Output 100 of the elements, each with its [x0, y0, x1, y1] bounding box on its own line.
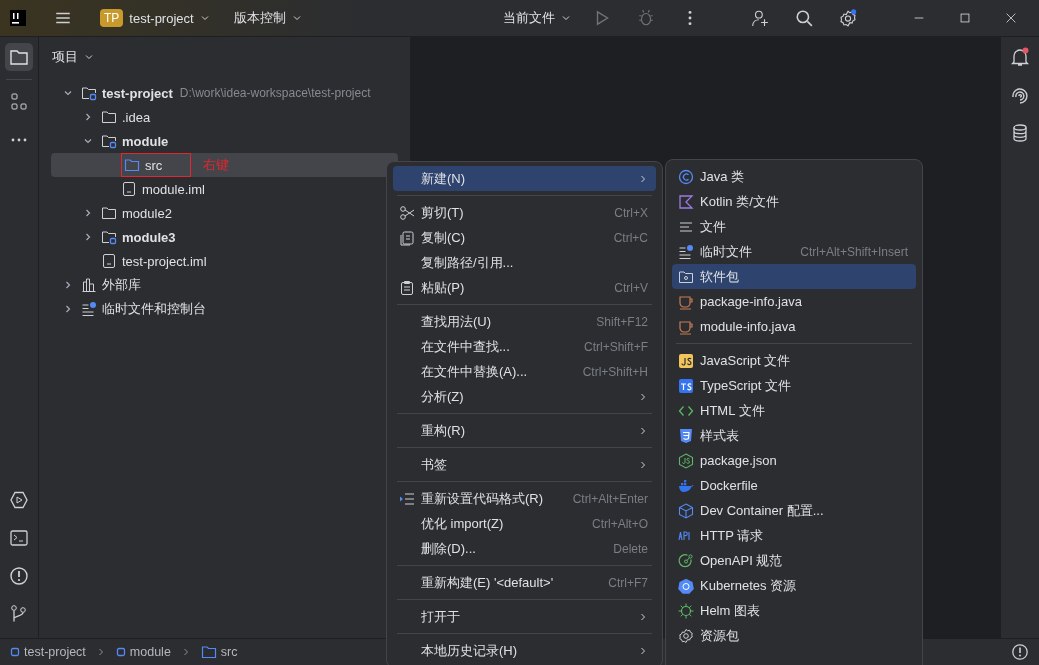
menu-item[interactable]: 重新构建(E) '<default>' Ctrl+F7: [393, 570, 656, 595]
panel-title[interactable]: 项目: [52, 48, 78, 66]
menu-item[interactable]: OpenAPI 规范: [672, 548, 916, 573]
tree-item[interactable]: src 右键: [51, 153, 398, 177]
chevron-right-icon[interactable]: [83, 208, 93, 218]
shortcut-label: Ctrl+Alt+Enter: [572, 491, 648, 506]
menu-item[interactable]: Kotlin 类/文件: [672, 189, 916, 214]
breadcrumb[interactable]: src: [200, 644, 238, 660]
menu-item-label: 临时文件: [700, 242, 753, 261]
menu-item[interactable]: 重构(R): [393, 418, 656, 443]
chevron-down-icon[interactable]: [63, 88, 73, 98]
tree-item[interactable]: .idea: [51, 105, 398, 129]
menu-item[interactable]: HTTP 请求: [672, 523, 916, 548]
menu-item-label: OpenAPI 规范: [700, 551, 784, 570]
menu-item[interactable]: 在文件中替换(A)... Ctrl+Shift+H: [393, 359, 656, 384]
module-folder-icon: [101, 229, 117, 245]
menu-item[interactable]: 重新设置代码格式(R) Ctrl+Alt+Enter: [393, 486, 656, 511]
menu-item-label: 书签: [421, 455, 448, 474]
notifications-bell-icon[interactable]: [1010, 47, 1030, 67]
menu-item[interactable]: HTML 文件: [672, 398, 916, 423]
menu-item[interactable]: module-info.java: [672, 314, 916, 339]
module-square-icon: [115, 647, 126, 657]
folder-icon: [124, 157, 140, 173]
menu-item-label: 重新设置代码格式(R): [421, 489, 545, 508]
settings-icon[interactable]: [839, 9, 857, 27]
problems-icon[interactable]: [1011, 643, 1029, 661]
ai-swirl-icon[interactable]: [1010, 85, 1030, 105]
menu-item[interactable]: 删除(D)... Delete: [393, 536, 656, 561]
menu-item-label: Dev Container 配置...: [700, 501, 825, 520]
menu-item[interactable]: 分析(Z): [393, 384, 656, 409]
menu-item[interactable]: 打开于: [393, 604, 656, 629]
cube-icon: [678, 502, 694, 519]
run-config-switcher[interactable]: 当前文件: [497, 5, 577, 31]
chevron-down-icon[interactable]: [84, 52, 94, 62]
close-icon[interactable]: [1004, 11, 1018, 25]
tree-item-label: module.iml: [142, 181, 205, 197]
shortcut-label: Ctrl+Shift+H: [582, 364, 648, 379]
menu-item[interactable]: 书签: [393, 452, 656, 477]
menu-item[interactable]: Java 类: [672, 164, 916, 189]
structure-icon[interactable]: [9, 92, 29, 112]
add-user-icon[interactable]: [751, 9, 769, 27]
openapi-circle-icon: [678, 552, 694, 569]
menu-item-label: module-info.java: [700, 319, 797, 334]
menu-item-label: TypeScript 文件: [700, 376, 793, 395]
module-folder-icon: [101, 133, 117, 149]
breadcrumb[interactable]: module: [115, 645, 171, 659]
menu-item[interactable]: 本地历史记录(H): [393, 638, 656, 663]
shortcut-label: Shift+F12: [596, 314, 648, 329]
menu-item[interactable]: 资源包: [672, 623, 916, 648]
stylesheet-file-icon: [678, 427, 694, 444]
menu-item[interactable]: TypeScript 文件: [672, 373, 916, 398]
hexagon-file-icon: [678, 452, 694, 469]
services-icon[interactable]: [9, 490, 29, 510]
project-switcher[interactable]: TP test-project: [94, 5, 216, 31]
menu-item[interactable]: 在文件中查找... Ctrl+Shift+F: [393, 334, 656, 359]
folder-icon: [101, 205, 117, 221]
menu-item[interactable]: package.json: [672, 448, 916, 473]
vcs-switcher[interactable]: 版本控制: [227, 5, 308, 31]
terminal-icon[interactable]: [9, 528, 29, 548]
chevron-right-icon[interactable]: [63, 304, 73, 314]
search-icon[interactable]: [795, 9, 813, 27]
tree-item[interactable]: module: [51, 129, 398, 153]
menu-item-label: 粘贴(P): [421, 278, 466, 297]
menu-item[interactable]: package-info.java: [672, 289, 916, 314]
scratch-file-icon: [81, 301, 97, 317]
database-icon[interactable]: [1010, 123, 1030, 143]
menu-item[interactable]: Kubernetes 资源: [672, 573, 916, 598]
menu-item[interactable]: Dev Container 配置...: [672, 498, 916, 523]
tree-item-label: test-project.iml: [122, 253, 207, 269]
menu-item[interactable]: 样式表: [672, 423, 916, 448]
chevron-down-icon: [199, 13, 210, 23]
menu-item-label: JavaScript 文件: [700, 351, 792, 370]
annotation-label: 右键: [203, 156, 230, 174]
menu-item[interactable]: Dockerfile: [672, 473, 916, 498]
menu-item-label: 复制(C): [421, 228, 467, 247]
menu-item[interactable]: 临时文件 Ctrl+Alt+Shift+Insert: [672, 239, 916, 264]
maximize-icon[interactable]: [958, 11, 972, 25]
menu-item[interactable]: 软件包: [672, 264, 916, 289]
breadcrumb[interactable]: test-project: [10, 645, 86, 659]
menu-item[interactable]: JavaScript 文件: [672, 348, 916, 373]
menu-item[interactable]: 文件: [672, 214, 916, 239]
chevron-down-icon[interactable]: [83, 136, 93, 146]
tree-item[interactable]: test-project D:\work\idea-workspace\test-project: [51, 81, 398, 105]
chevron-right-icon[interactable]: [63, 280, 73, 290]
menu-item[interactable]: 新建(N): [393, 166, 656, 191]
menu-item-label: 剪切(T): [421, 203, 465, 222]
menu-item[interactable]: Helm 图表: [672, 598, 916, 623]
app-logo-icon[interactable]: [10, 10, 26, 26]
tree-item-label: module: [122, 133, 169, 149]
debug-bug-icon[interactable]: [637, 9, 655, 27]
chevron-right-icon[interactable]: [83, 232, 93, 242]
problems-icon[interactable]: [9, 566, 29, 586]
file-icon: [101, 253, 117, 269]
shortcut-label: Ctrl+Shift+F: [583, 339, 648, 354]
chevron-right-icon[interactable]: [83, 112, 93, 122]
shortcut-label: Ctrl+X: [614, 205, 648, 220]
project-tool-button[interactable]: [5, 43, 33, 71]
git-branch-icon[interactable]: [9, 604, 29, 624]
folder-icon: [200, 644, 217, 660]
menu-item[interactable]: 优化 import(Z) Ctrl+Alt+O: [393, 511, 656, 536]
